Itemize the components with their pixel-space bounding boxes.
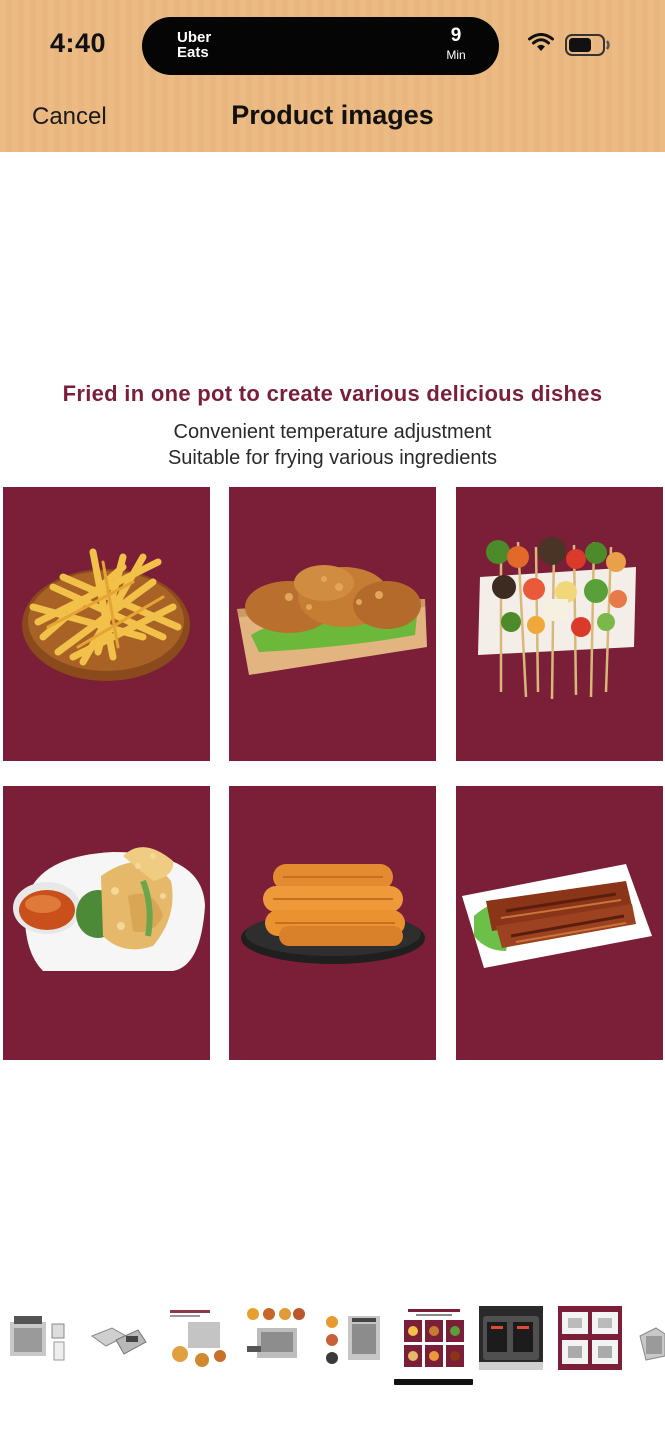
fried-chicken-image	[229, 487, 436, 761]
thumbnail-7[interactable]	[479, 1306, 543, 1370]
thumbnail-strip	[0, 1300, 665, 1380]
thumbnail-9[interactable]	[636, 1306, 665, 1370]
status-time: 4:40	[50, 28, 107, 58]
thumbnail-5[interactable]	[320, 1306, 384, 1370]
vegetable-skewers-image	[456, 487, 663, 761]
thumbnail-4[interactable]	[243, 1306, 307, 1370]
image-subline-1: Convenient temperature adjustment	[173, 421, 492, 443]
selected-thumbnail-indicator	[394, 1379, 473, 1385]
thumbnail-2[interactable]	[86, 1306, 150, 1370]
eta-minutes: 9	[450, 25, 462, 46]
image-headline: Fried in one pot to create various delic…	[62, 381, 603, 406]
thumbnail-6-selected[interactable]	[402, 1306, 466, 1370]
grilled-pork-belly-image	[456, 786, 663, 1060]
image-subline-2: Suitable for frying various ingredients	[167, 447, 498, 469]
fried-dough-sticks-image	[229, 786, 436, 1060]
uber-eats-logo: Uber Eats	[177, 29, 212, 61]
header-bar: 4:40 Uber Eats 9 Min Cancel Product imag…	[0, 0, 665, 152]
battery-icon	[565, 34, 610, 56]
tempura-image	[3, 786, 210, 1060]
dynamic-island-live-activity[interactable]: Uber Eats 9 Min	[142, 17, 499, 75]
eta-unit: Min	[446, 48, 466, 62]
thumbnail-1[interactable]	[6, 1306, 70, 1370]
french-fries-image	[3, 487, 210, 761]
thumbnail-8[interactable]	[558, 1306, 622, 1370]
page-title: Product images	[231, 100, 434, 130]
product-images-screen: 4:40 Uber Eats 9 Min Cancel Product imag…	[0, 0, 665, 1440]
wifi-icon	[528, 33, 554, 51]
thumbnail-3[interactable]	[166, 1306, 230, 1370]
